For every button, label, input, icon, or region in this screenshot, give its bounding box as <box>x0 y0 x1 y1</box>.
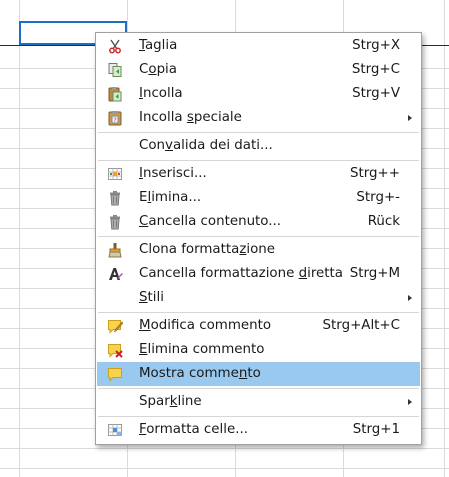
menu-item-styles[interactable]: Stili <box>97 286 420 310</box>
menu-item-format-cells[interactable]: Formatta celle... Strg+1 <box>97 418 420 442</box>
menu-item-label: Mostra commento <box>139 366 261 381</box>
menu-item-copy[interactable]: Copia Strg+C <box>97 58 420 82</box>
menu-item-label: Modifica commento <box>139 318 272 333</box>
menu-item-clear-direct-formatting[interactable]: Cancella formattazione diretta Strg+M <box>97 262 420 286</box>
menu-item-insert-cells[interactable]: Inserisci... Strg++ <box>97 162 420 186</box>
format-cells-icon <box>107 422 123 438</box>
context-menu: Taglia Strg+X Copia Strg+C Incolla Strg+… <box>95 32 422 445</box>
delete-comment-icon <box>107 342 123 358</box>
menu-item-label: Inserisci... <box>139 166 207 181</box>
menu-item-label: Elimina... <box>139 190 202 205</box>
menu-separator <box>98 388 419 389</box>
menu-item-clear-contents[interactable]: Cancella contenuto... Rück <box>97 210 420 234</box>
menu-item-label: Taglia <box>139 38 178 53</box>
svg-text:?: ? <box>113 116 116 124</box>
menu-item-label: Convalida dei dati... <box>139 138 273 153</box>
menu-item-label: Formatta celle... <box>139 422 248 437</box>
menu-item-sparkline[interactable]: Sparkline <box>97 390 420 414</box>
copy-icon <box>107 62 123 78</box>
menu-separator <box>98 160 419 161</box>
menu-separator <box>98 236 419 237</box>
menu-item-shortcut: Strg+V <box>352 86 400 101</box>
menu-item-shortcut: Strg+Alt+C <box>322 318 400 333</box>
menu-item-label: Elimina commento <box>139 342 265 357</box>
menu-item-label: Clona formattazione <box>139 242 276 257</box>
menu-item-show-comment[interactable]: Mostra commento <box>97 362 420 386</box>
trash-icon <box>107 214 123 230</box>
menu-item-paste-special[interactable]: ? Incolla speciale <box>97 106 420 130</box>
menu-item-label: Copia <box>139 62 177 77</box>
submenu-arrow-icon <box>408 399 412 405</box>
menu-item-label: Cancella formattazione diretta <box>139 266 343 281</box>
menu-item-delete-cells[interactable]: Elimina... Strg+- <box>97 186 420 210</box>
trash-icon <box>107 190 123 206</box>
menu-item-clone-formatting[interactable]: Clona formattazione <box>97 238 420 262</box>
menu-separator <box>98 312 419 313</box>
menu-item-validity[interactable]: Convalida dei dati... <box>97 134 420 158</box>
menu-item-shortcut: Strg+C <box>351 62 400 77</box>
menu-item-label: Cancella contenuto... <box>139 214 282 229</box>
menu-item-shortcut: Strg+1 <box>352 422 400 437</box>
menu-separator <box>98 416 419 417</box>
menu-item-label: Incolla <box>139 86 183 101</box>
paste-special-icon: ? <box>107 110 123 126</box>
menu-item-shortcut: Strg+- <box>356 190 400 205</box>
submenu-arrow-icon <box>408 115 412 121</box>
menu-item-cut[interactable]: Taglia Strg+X <box>97 34 420 58</box>
clone-formatting-icon <box>107 242 123 258</box>
menu-item-shortcut: Strg+X <box>352 38 400 53</box>
menu-item-shortcut: Strg+M <box>349 266 400 281</box>
edit-comment-icon <box>107 318 123 334</box>
menu-item-label: Stili <box>139 290 164 305</box>
menu-separator <box>98 132 419 133</box>
submenu-arrow-icon <box>408 295 412 301</box>
paste-icon <box>107 86 123 102</box>
menu-item-shortcut: Rück <box>367 214 400 229</box>
menu-item-delete-comment[interactable]: Elimina commento <box>97 338 420 362</box>
menu-item-label: Sparkline <box>139 394 202 409</box>
menu-item-label: Incolla speciale <box>139 110 242 125</box>
clear-direct-formatting-icon <box>107 266 123 282</box>
show-comment-icon <box>107 366 123 382</box>
menu-item-shortcut: Strg++ <box>350 166 400 181</box>
menu-item-paste[interactable]: Incolla Strg+V <box>97 82 420 106</box>
menu-item-edit-comment[interactable]: Modifica commento Strg+Alt+C <box>97 314 420 338</box>
scissors-icon <box>107 38 123 54</box>
insert-cells-icon <box>107 166 123 182</box>
